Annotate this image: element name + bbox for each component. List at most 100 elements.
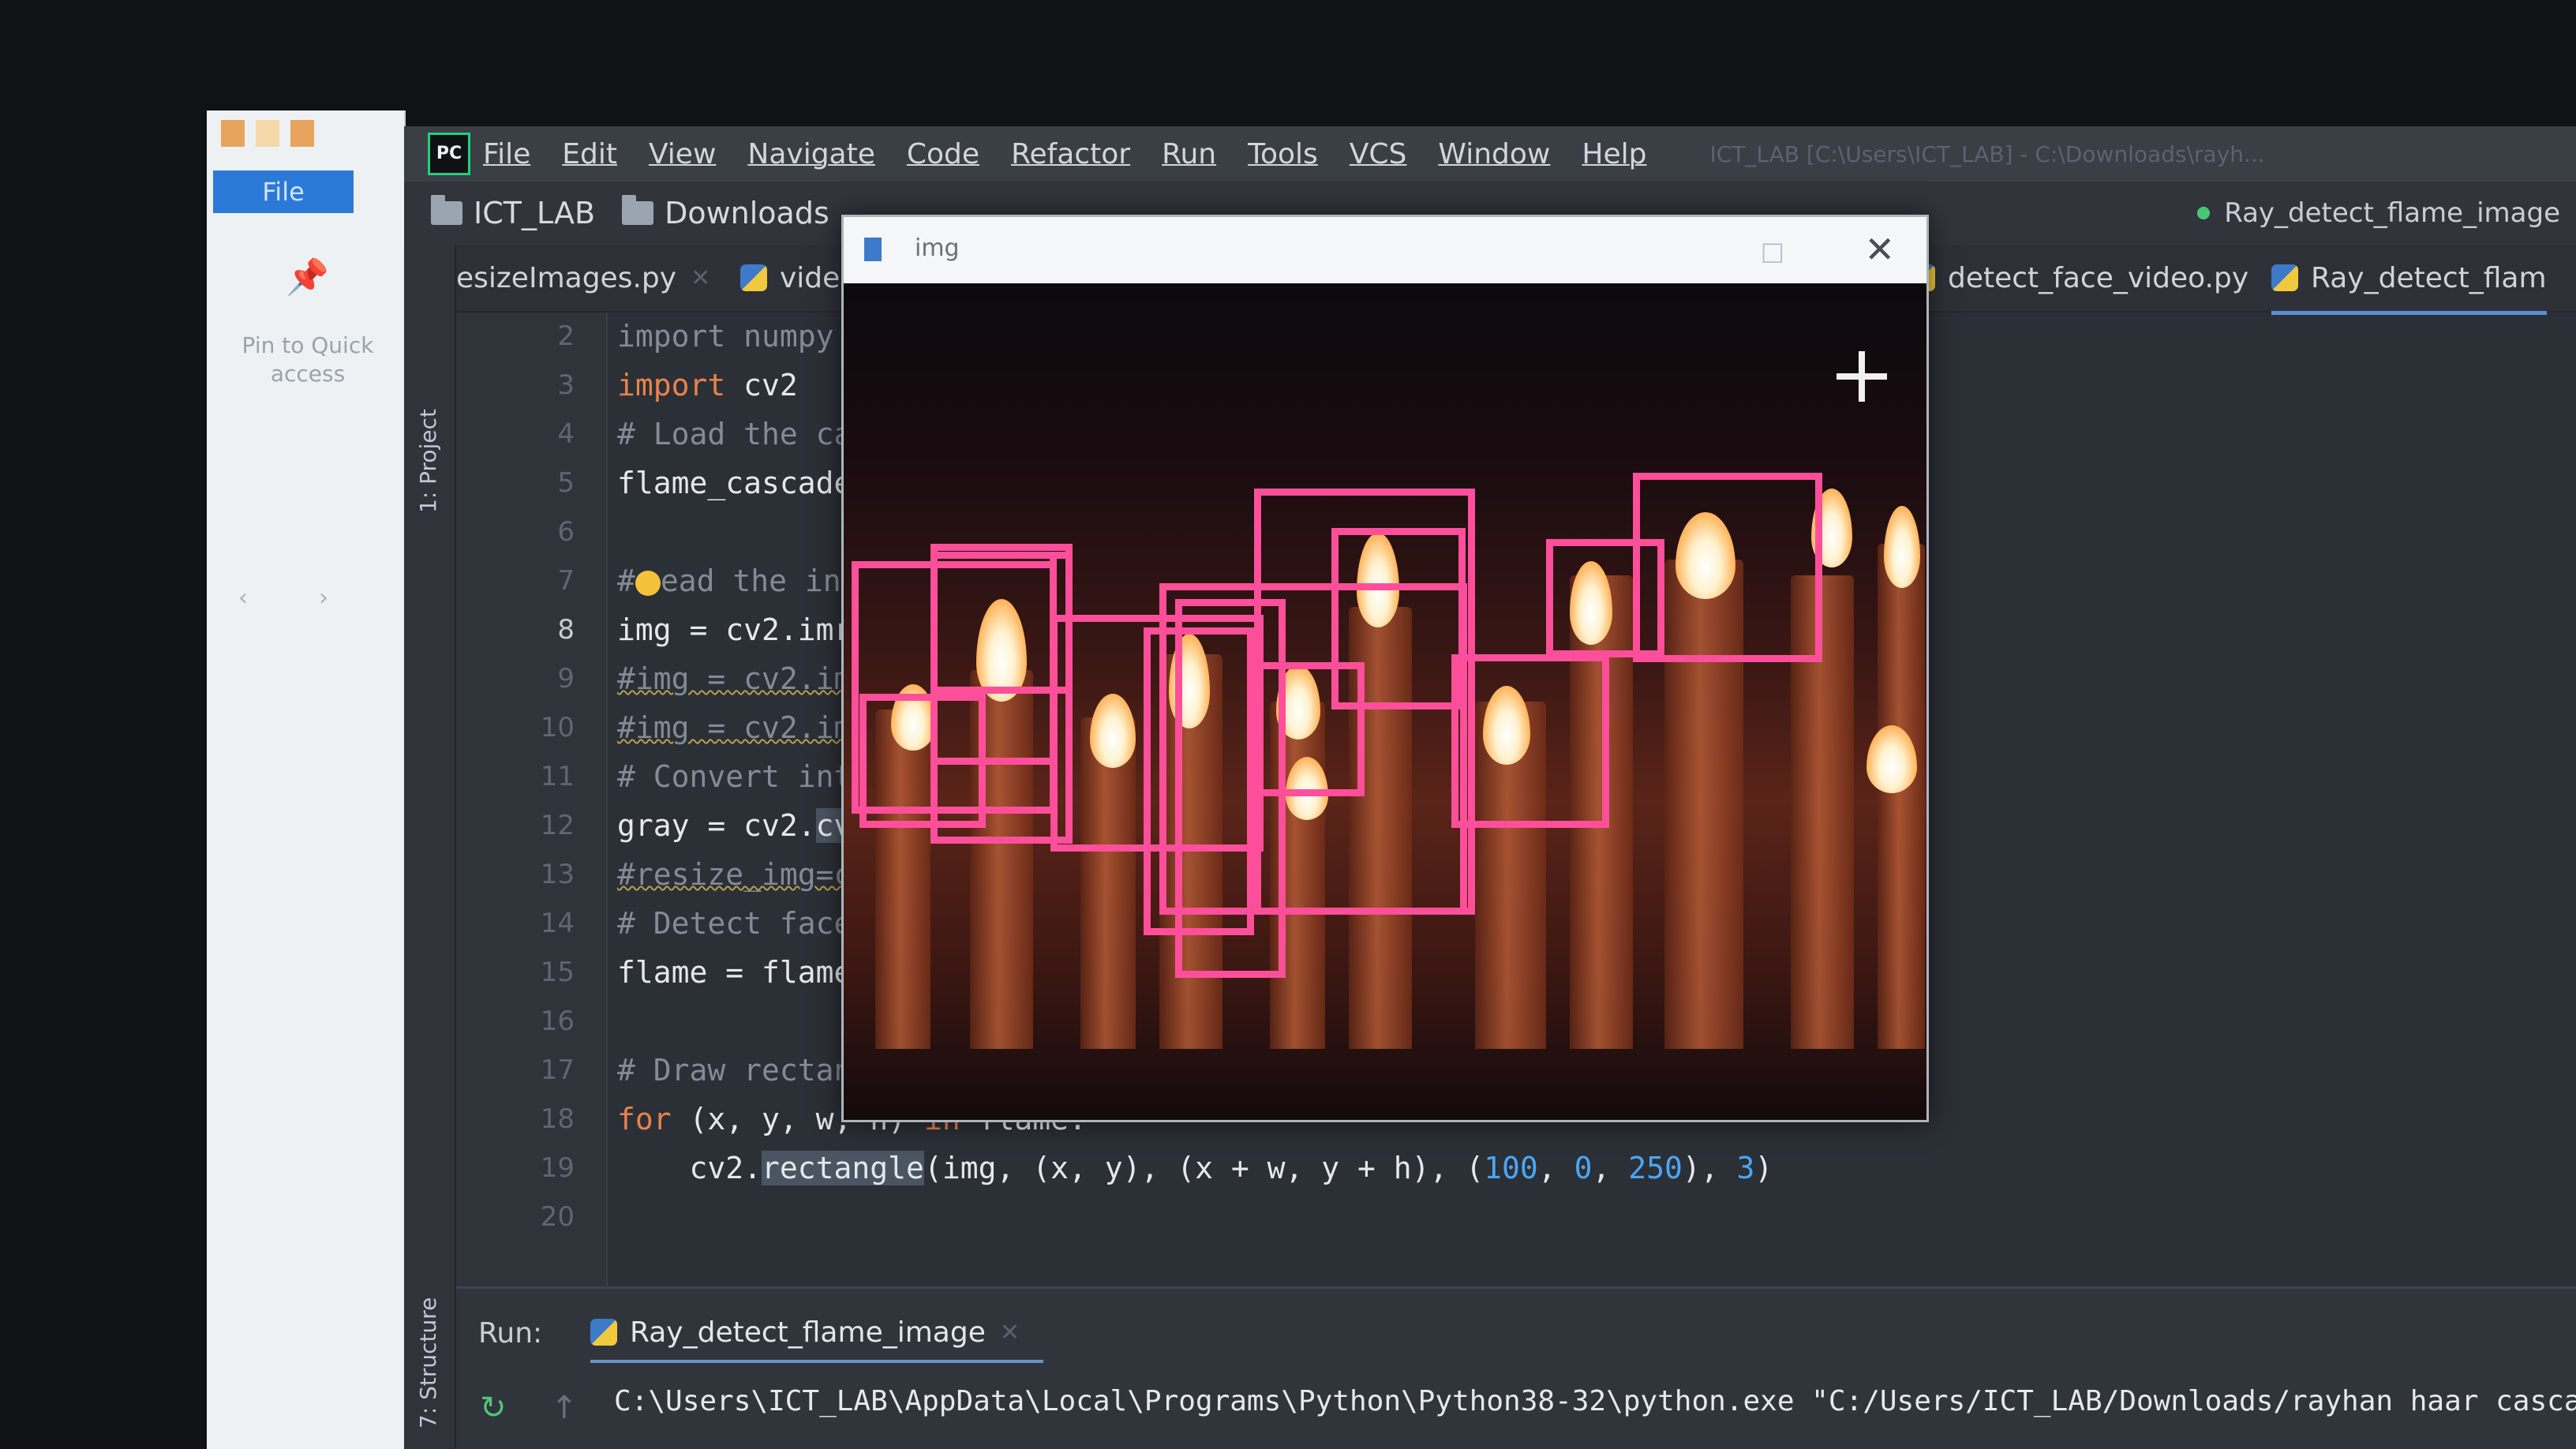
menu-refactor[interactable]: Refactor [1011, 138, 1130, 170]
editor-tab-ray-detect-flame[interactable]: Ray_detect_flam [2271, 245, 2547, 315]
code-line-15: flame = flame [617, 955, 852, 990]
quick-access-toolbar [221, 110, 314, 156]
image-output-window[interactable]: img □ ✕ [841, 215, 1929, 1122]
scroll-up-icon[interactable]: ↑ [551, 1390, 578, 1426]
menu-view[interactable]: View [649, 138, 716, 170]
highlighted-text: rectangle [762, 1151, 924, 1185]
number-literal: 100 [1484, 1151, 1538, 1185]
run-configuration-selector[interactable]: Ray_detect_flame_image [2197, 197, 2560, 229]
mouse-crosshair [1837, 373, 1887, 380]
explorer-nav-arrows[interactable]: ‹› [238, 584, 399, 612]
line-number: 3 [557, 369, 575, 401]
line-number: 18 [540, 1103, 575, 1135]
menu-vcs[interactable]: VCS [1350, 138, 1407, 170]
line-number: 2 [557, 320, 575, 352]
line-number: 17 [540, 1054, 575, 1086]
detection-box [1331, 528, 1466, 710]
line-number: 4 [557, 418, 575, 450]
code-line-7: # ead the in [617, 564, 841, 598]
ribbon-file-tab[interactable]: File [213, 170, 354, 213]
flame [1884, 506, 1920, 588]
image-window-title: img [915, 234, 960, 262]
code-line-19: cv2.rectangle(img, (x, y), (x + w, y + h… [617, 1151, 1773, 1185]
tab-label: vide [780, 261, 841, 294]
folder-icon [622, 195, 654, 225]
python-file-icon [740, 264, 767, 291]
rerun-icon[interactable]: ↻ [480, 1390, 507, 1426]
maximize-icon[interactable]: □ [1761, 236, 1784, 266]
run-config-icon [2197, 207, 2211, 219]
line-number-current: 8 [557, 614, 575, 646]
line-number: 5 [557, 467, 575, 499]
code-text: # [617, 564, 635, 598]
candle [1878, 544, 1925, 1049]
run-tab-ray-detect-flame[interactable]: Ray_detect_flame_image ✕ [590, 1305, 1043, 1363]
menu-run[interactable]: Run [1162, 138, 1216, 170]
properties-icon[interactable] [256, 120, 279, 147]
folder-icon [431, 195, 462, 225]
line-number: 12 [540, 810, 575, 841]
run-tab-label: Ray_detect_flame_image [630, 1316, 986, 1349]
code-line-14: # Detect face [617, 906, 852, 941]
number-literal: 250 [1628, 1151, 1683, 1185]
breadcrumb-downloads-label: Downloads [665, 196, 829, 230]
line-number: 15 [540, 957, 575, 988]
code-line-11: # Convert int [617, 759, 852, 794]
menu-help[interactable]: Help [1582, 138, 1646, 170]
tool-window-strip: 1: Project 7: Structure [404, 245, 456, 1449]
folder-icon[interactable] [221, 120, 245, 147]
menu-navigate[interactable]: Navigate [747, 138, 874, 170]
line-number: 6 [557, 516, 575, 548]
menu-window[interactable]: Window [1438, 138, 1550, 170]
code-line-12: gray = cv2.cv [617, 808, 852, 843]
menu-edit[interactable]: Edit [562, 138, 617, 170]
code-line-4: # Load the ca [617, 417, 852, 451]
editor-tab-video[interactable]: vide [740, 245, 840, 311]
editor-tab-detect-face-video[interactable]: detect_face_video.py [1908, 245, 2248, 311]
code-text: ), [1682, 1151, 1737, 1185]
close-icon[interactable]: ✕ [691, 264, 710, 292]
code-text: cv2. [617, 1151, 762, 1185]
code-line-5: flame_cascade [617, 466, 852, 500]
code-text: , [1592, 1151, 1629, 1185]
window-icon [864, 238, 882, 261]
keyword: import [617, 368, 726, 402]
code-line-2: import numpy [617, 319, 834, 354]
detection-image [844, 283, 1926, 1120]
pin-icon[interactable]: 📌 [286, 256, 329, 298]
code-text: , [1537, 1151, 1574, 1185]
close-icon[interactable]: ✕ [1000, 1319, 1020, 1346]
editor-tab-resize-images[interactable]: esizeImages.py ✕ [456, 245, 710, 311]
code-text: cv2 [725, 368, 798, 402]
code-text: (img, (x, y), (x + w, y + h), ( [923, 1151, 1485, 1185]
line-number: 20 [540, 1201, 575, 1233]
window-title: ICT_LAB [C:\Users\ICT_LAB] - C:\Download… [1709, 140, 2265, 167]
code-text: gray = cv2. [617, 808, 816, 843]
line-number: 9 [557, 663, 575, 695]
menu-bar: PC File Edit View Navigate Code Refactor… [404, 126, 2576, 182]
menu-code[interactable]: Code [907, 138, 979, 170]
run-tool-window: Run: Ray_detect_flame_image ✕ ↻ ↑ C:\Use… [456, 1286, 2576, 1449]
code-line-13: #resize_img=c [617, 857, 852, 892]
new-folder-icon[interactable] [290, 120, 314, 147]
pycharm-logo-icon: PC [428, 133, 470, 175]
line-number: 11 [540, 761, 575, 792]
lightbulb-icon[interactable] [635, 570, 661, 596]
image-window-titlebar[interactable]: img □ ✕ [844, 217, 1926, 283]
structure-tool-button[interactable]: 7: Structure [415, 1297, 441, 1428]
code-line-8: img = cv2.imr [617, 612, 852, 647]
code-line-17: # Draw rectan [617, 1053, 852, 1088]
project-tool-button[interactable]: 1: Project [415, 409, 441, 513]
code-text: ead the in [660, 564, 841, 598]
menu-tools[interactable]: Tools [1248, 138, 1318, 170]
pin-to-quick-access-label[interactable]: Pin to Quick access [221, 331, 395, 388]
run-configuration-label: Ray_detect_flame_image [2224, 197, 2560, 229]
line-number: 7 [557, 565, 575, 597]
console-output-line: C:\Users\ICT_LAB\AppData\Local\Programs\… [614, 1385, 2576, 1417]
number-literal: 0 [1574, 1151, 1593, 1185]
close-icon[interactable]: ✕ [1864, 228, 1895, 271]
breadcrumb-downloads[interactable]: Downloads [622, 195, 829, 230]
line-number: 16 [540, 1005, 575, 1037]
menu-file[interactable]: File [483, 138, 530, 170]
breadcrumb-project[interactable]: ICT_LAB [431, 195, 595, 230]
